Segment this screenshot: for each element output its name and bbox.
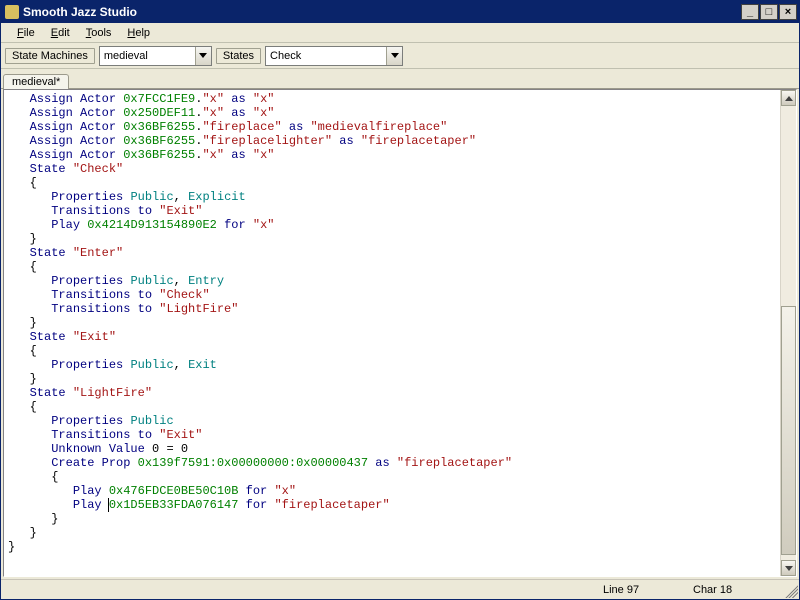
app-icon — [5, 5, 19, 19]
close-icon: × — [785, 7, 791, 18]
combo-states[interactable]: Check — [265, 46, 403, 66]
status-char: Char 18 — [689, 583, 779, 597]
combo-state-machines-value: medieval — [100, 50, 195, 62]
window-controls: _ □ × — [740, 4, 797, 20]
minimize-button[interactable]: _ — [741, 4, 759, 20]
maximize-icon: □ — [766, 7, 773, 18]
menu-help[interactable]: Help — [119, 25, 158, 41]
label-states: States — [216, 48, 261, 64]
scroll-down-button[interactable] — [781, 560, 796, 576]
chevron-down-icon[interactable] — [195, 47, 211, 65]
menu-tools[interactable]: Tools — [78, 25, 120, 41]
scroll-up-button[interactable] — [781, 90, 796, 106]
menu-edit[interactable]: Edit — [43, 25, 78, 41]
editor-border: Assign Actor 0x7FCC1FE9."x" as "x" Assig… — [3, 89, 797, 577]
scroll-track[interactable] — [781, 106, 796, 560]
toolbar: State Machines medieval States Check — [1, 43, 799, 69]
maximize-button[interactable]: □ — [760, 4, 778, 20]
scroll-thumb[interactable] — [781, 306, 796, 556]
menubar: File Edit Tools Help — [1, 23, 799, 43]
vertical-scrollbar[interactable] — [780, 90, 796, 576]
titlebar: Smooth Jazz Studio _ □ × — [1, 1, 799, 23]
label-state-machines: State Machines — [5, 48, 95, 64]
tabstrip: medieval* — [1, 69, 799, 89]
app-window: Smooth Jazz Studio _ □ × File Edit Tools… — [0, 0, 800, 600]
statusbar: Line 97 Char 18 — [1, 579, 799, 599]
minimize-icon: _ — [747, 7, 753, 18]
status-line: Line 97 — [599, 583, 689, 597]
chevron-down-icon[interactable] — [386, 47, 402, 65]
editor-area: Assign Actor 0x7FCC1FE9."x" as "x" Assig… — [1, 89, 799, 579]
combo-state-machines[interactable]: medieval — [99, 46, 212, 66]
menu-file[interactable]: File — [9, 25, 43, 41]
close-button[interactable]: × — [779, 4, 797, 20]
resize-grip-icon[interactable] — [782, 582, 798, 598]
combo-states-value: Check — [266, 50, 386, 62]
code-editor[interactable]: Assign Actor 0x7FCC1FE9."x" as "x" Assig… — [4, 90, 780, 576]
tab-document[interactable]: medieval* — [3, 74, 69, 89]
window-title: Smooth Jazz Studio — [23, 5, 740, 19]
